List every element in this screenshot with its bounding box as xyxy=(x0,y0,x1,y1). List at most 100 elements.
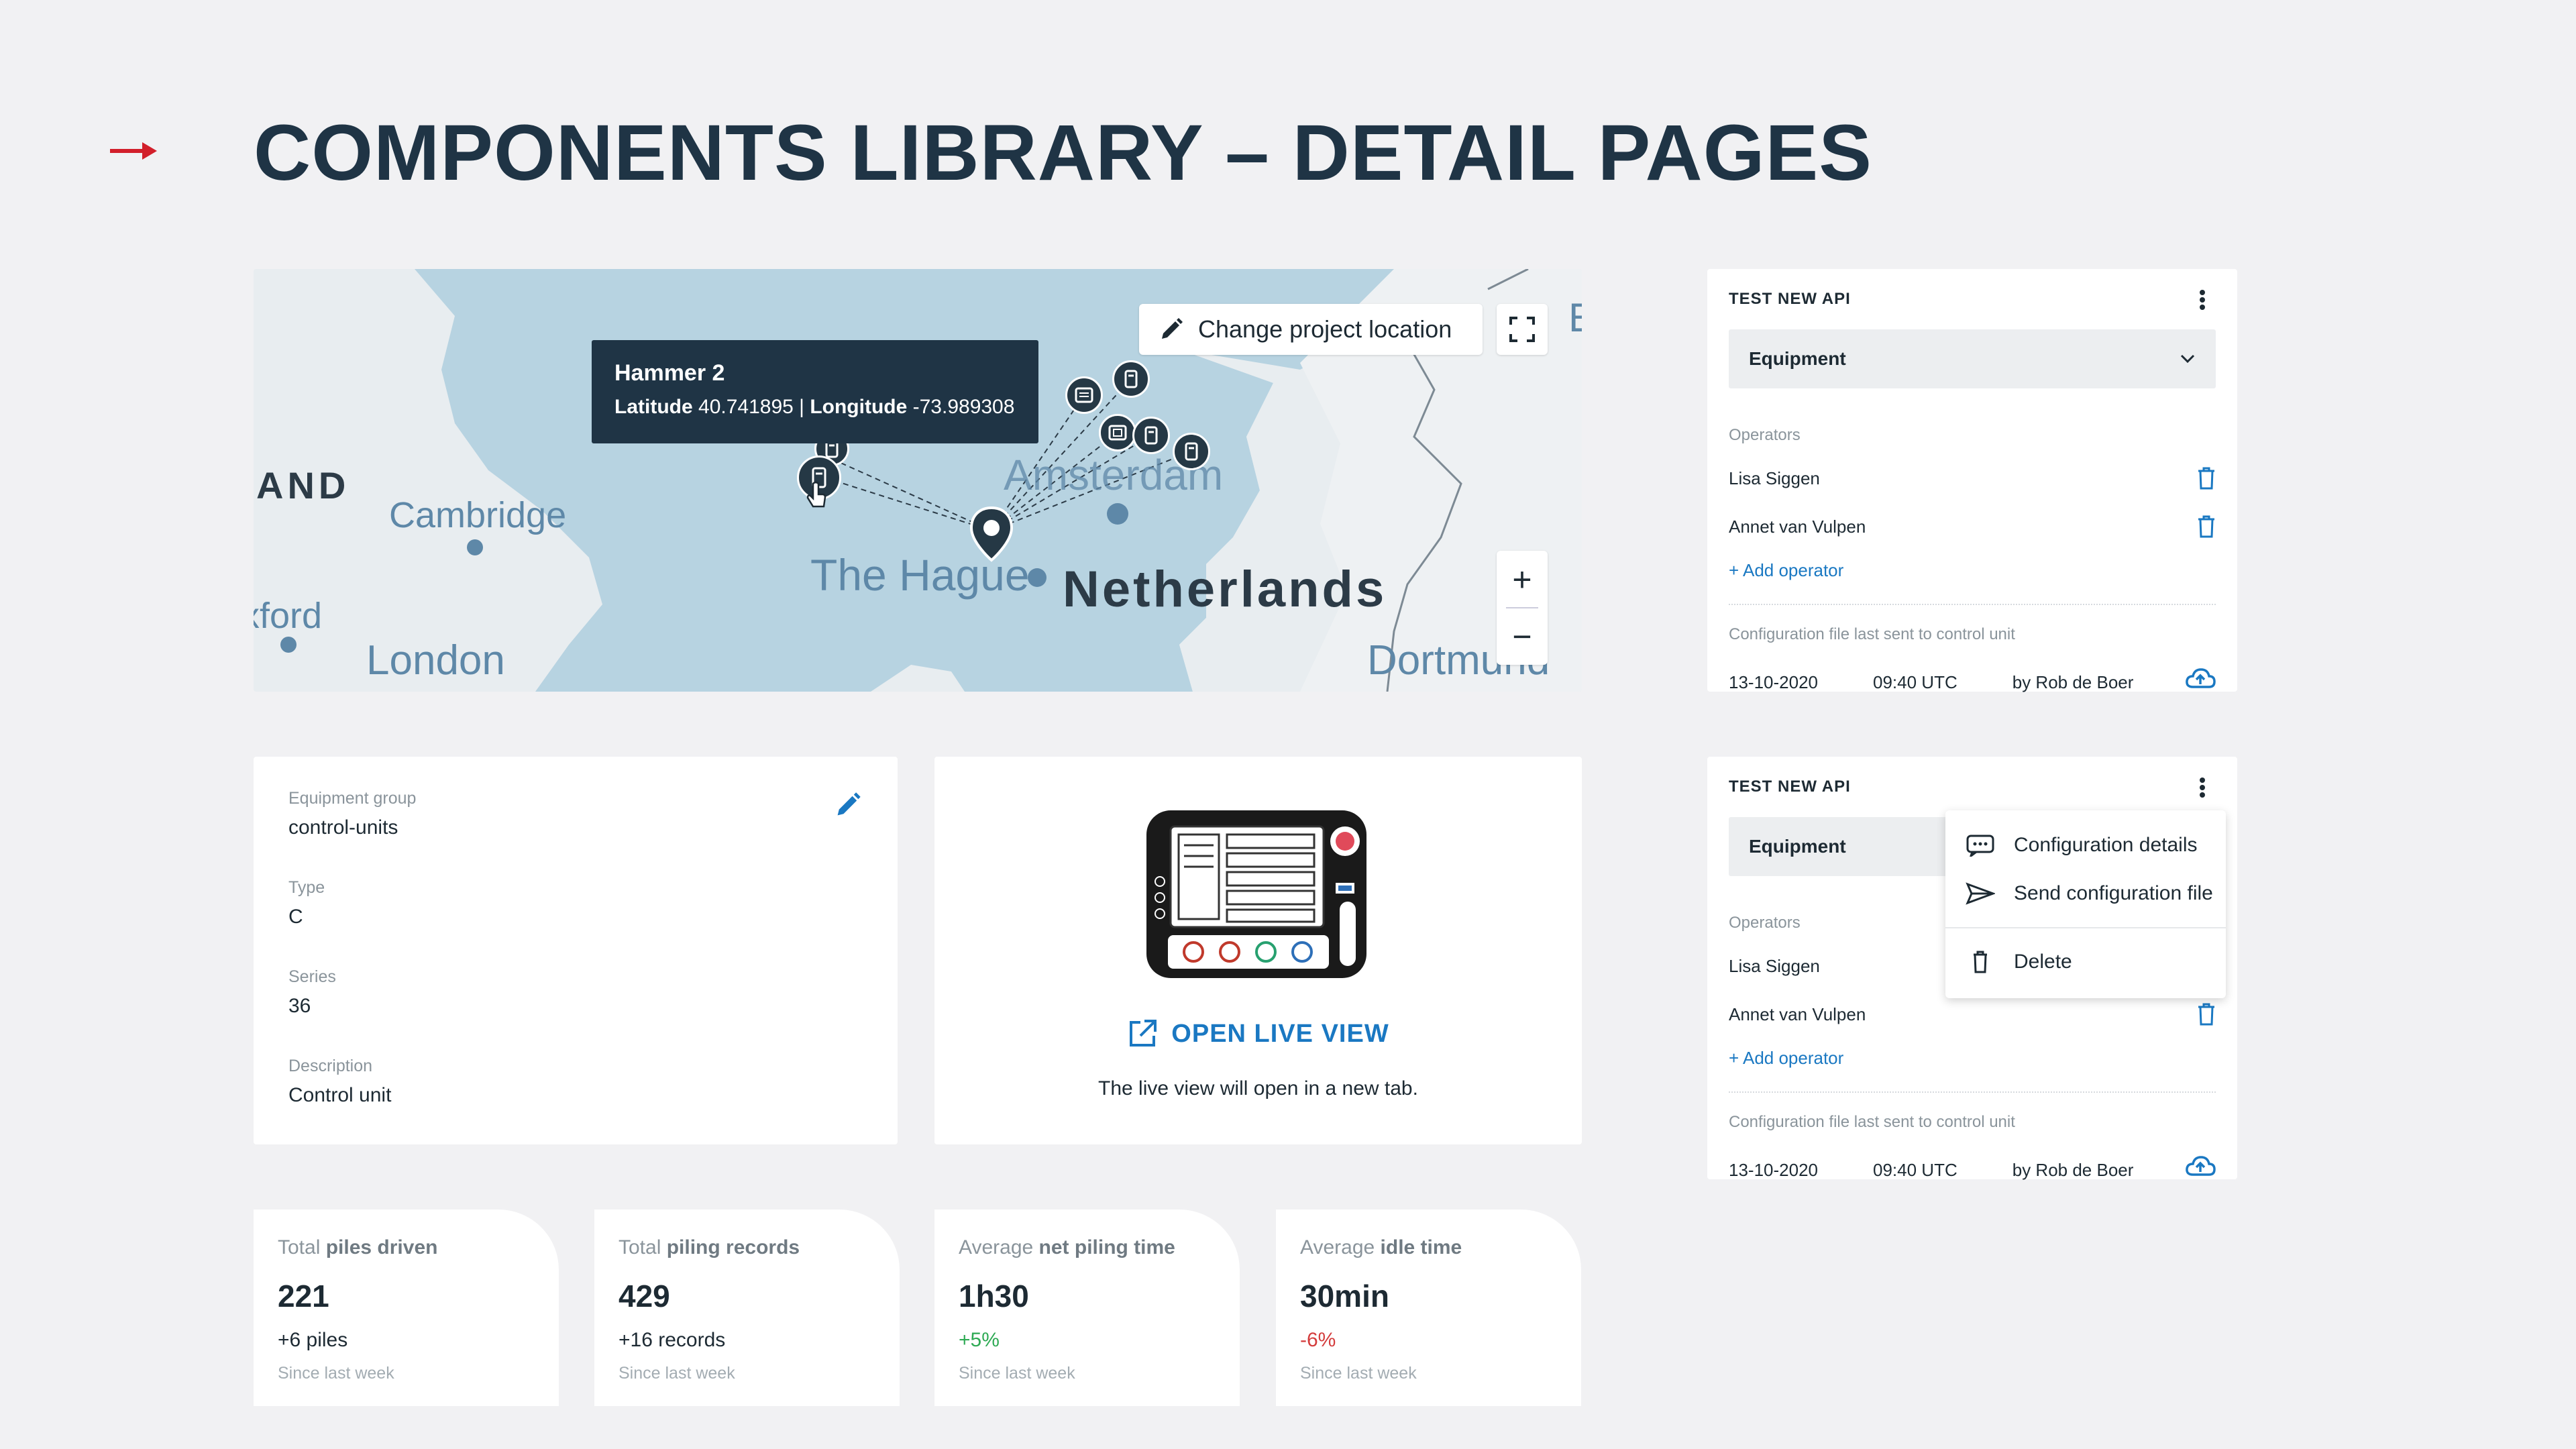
stat-card-piling-records: Total piling records 429 +16 records Sin… xyxy=(594,1210,900,1406)
equipment-pin[interactable] xyxy=(1173,433,1210,470)
stat-since: Since last week xyxy=(619,1364,735,1383)
api-panel: TEST NEW API Equipment Operators Lisa Si… xyxy=(1707,269,2237,692)
cloud-upload-icon[interactable] xyxy=(2185,1155,2216,1177)
map-label-london: London xyxy=(366,637,505,684)
field-equipment-group: Equipment group control-units xyxy=(288,789,417,839)
config-label: Configuration file last sent to control … xyxy=(1729,625,2015,643)
chevron-down-icon xyxy=(2180,354,2195,364)
stat-value: 429 xyxy=(619,1279,670,1313)
menu-item-configuration-details[interactable]: Configuration details xyxy=(1945,821,2226,869)
trash-icon[interactable] xyxy=(2197,1003,2216,1026)
config-date: 13-10-2020 xyxy=(1729,672,1818,692)
config-row: 13-10-2020 09:40 UTC by Rob de Boer xyxy=(1729,668,2216,693)
stat-label: Total piles driven xyxy=(278,1236,438,1258)
context-menu: Configuration details Send configuration… xyxy=(1945,810,2226,998)
stat-label: Average idle time xyxy=(1300,1236,1462,1258)
hammer-tooltip: Hammer 2 Latitude 40.741895 | Longitude … xyxy=(592,340,1038,443)
add-operator-link[interactable]: + Add operator xyxy=(1729,560,2216,581)
equipment-details-card: Equipment group control-units Type C Ser… xyxy=(254,757,898,1144)
operator-row: Annet van Vulpen xyxy=(1729,502,2216,551)
api-panel-title: TEST NEW API xyxy=(1729,290,1851,308)
stat-label: Average net piling time xyxy=(959,1236,1175,1258)
config-date: 13-10-2020 xyxy=(1729,1160,1818,1180)
more-vertical-icon[interactable] xyxy=(2189,774,2216,801)
send-icon xyxy=(1966,882,1995,905)
stat-card-net-piling-time: Average net piling time 1h30 +5% Since l… xyxy=(934,1210,1240,1406)
divider xyxy=(1729,1091,2216,1093)
tooltip-coordinates: Latitude 40.741895 | Longitude -73.98930… xyxy=(614,396,1015,418)
more-vertical-icon[interactable] xyxy=(2189,286,2216,313)
zoom-control: + − xyxy=(1497,551,1548,665)
divider xyxy=(1729,604,2216,605)
tooltip-title: Hammer 2 xyxy=(614,360,725,386)
operators-label: Operators xyxy=(1729,426,1801,444)
equipment-pin[interactable] xyxy=(1132,417,1170,454)
equipment-select[interactable]: Equipment xyxy=(1729,329,2216,388)
field-series: Series 36 xyxy=(288,967,336,1017)
edit-icon[interactable] xyxy=(833,790,863,820)
page-title: COMPONENTS LIBRARY – DETAIL PAGES xyxy=(254,109,1872,197)
stat-change: +16 records xyxy=(619,1329,726,1351)
fullscreen-button[interactable] xyxy=(1497,304,1548,355)
map-label-edge: E xyxy=(1568,294,1582,341)
api-panel-header: TEST NEW API xyxy=(1729,269,2216,329)
live-view-note: The live view will open in a new tab. xyxy=(1098,1077,1418,1099)
stat-change: +6 piles xyxy=(278,1329,348,1351)
stat-card-piles-driven: Total piles driven 221 +6 piles Since la… xyxy=(254,1210,559,1406)
control-unit-illustration xyxy=(1146,810,1366,978)
field-type: Type C xyxy=(288,878,325,928)
api-panel-header: TEST NEW API xyxy=(1729,757,2216,817)
project-map[interactable]: AND Cambridge Oxford London The Hague Ne… xyxy=(254,269,1582,692)
fullscreen-icon xyxy=(1509,317,1535,342)
trash-icon[interactable] xyxy=(2197,467,2216,490)
change-location-button[interactable]: Change project location xyxy=(1139,304,1483,355)
stat-value: 1h30 xyxy=(959,1279,1029,1313)
operator-name: Annet van Vulpen xyxy=(1729,516,1866,537)
config-time: 09:40 UTC xyxy=(1873,1160,1957,1180)
map-label-land: AND xyxy=(256,464,350,506)
message-dots-icon xyxy=(1966,835,1994,857)
project-location-pin-icon[interactable] xyxy=(969,505,1014,563)
config-row: 13-10-2020 09:40 UTC by Rob de Boer xyxy=(1729,1156,2216,1181)
zoom-out-button[interactable]: − xyxy=(1497,608,1548,665)
config-label: Configuration file last sent to control … xyxy=(1729,1113,2015,1131)
trash-icon[interactable] xyxy=(2197,515,2216,538)
config-time: 09:40 UTC xyxy=(1873,672,1957,692)
map-label-cambridge: Cambridge xyxy=(389,495,567,535)
config-by: by Rob de Boer xyxy=(2012,672,2134,692)
stat-change: -6% xyxy=(1300,1329,1336,1351)
config-by: by Rob de Boer xyxy=(2012,1160,2134,1180)
add-operator-link[interactable]: + Add operator xyxy=(1729,1048,2216,1069)
open-live-view-link[interactable]: OPEN LIVE VIEW xyxy=(934,1018,1582,1049)
field-description: Description Control unit xyxy=(288,1057,392,1106)
hand-cursor-icon xyxy=(806,481,826,508)
operator-row: Lisa Siggen xyxy=(1729,454,2216,502)
menu-item-send-configuration[interactable]: Send configuration file xyxy=(1945,869,2226,918)
stat-change: +5% xyxy=(959,1329,1000,1351)
equipment-pin[interactable] xyxy=(1112,360,1150,398)
map-label-netherlands: Netherlands xyxy=(1063,561,1387,618)
operator-name: Lisa Siggen xyxy=(1729,468,1820,488)
stat-since: Since last week xyxy=(278,1364,394,1383)
operator-name: Lisa Siggen xyxy=(1729,955,1820,976)
equipment-pin[interactable] xyxy=(1099,414,1136,451)
equipment-pin[interactable] xyxy=(1065,376,1103,414)
external-link-icon xyxy=(1130,1020,1157,1046)
operator-name: Annet van Vulpen xyxy=(1729,1004,1866,1024)
menu-divider xyxy=(1945,927,2226,928)
arrow-right-icon xyxy=(110,142,157,160)
open-live-view-label: OPEN LIVE VIEW xyxy=(1171,1019,1389,1048)
map-label-oxford: Oxford xyxy=(254,596,323,636)
trash-icon xyxy=(1974,951,1987,973)
menu-item-delete[interactable]: Delete xyxy=(1945,938,2226,986)
live-view-card: OPEN LIVE VIEW The live view will open i… xyxy=(934,757,1582,1144)
stat-since: Since last week xyxy=(1300,1364,1417,1383)
pencil-icon xyxy=(1162,318,1183,339)
stat-value: 30min xyxy=(1300,1279,1389,1313)
api-panel-title: TEST NEW API xyxy=(1729,777,1851,796)
stat-card-idle-time: Average idle time 30min -6% Since last w… xyxy=(1276,1210,1581,1406)
cloud-upload-icon[interactable] xyxy=(2185,667,2216,690)
zoom-in-button[interactable]: + xyxy=(1497,551,1548,608)
change-location-label: Change project location xyxy=(1198,315,1452,343)
stat-value: 221 xyxy=(278,1279,329,1313)
